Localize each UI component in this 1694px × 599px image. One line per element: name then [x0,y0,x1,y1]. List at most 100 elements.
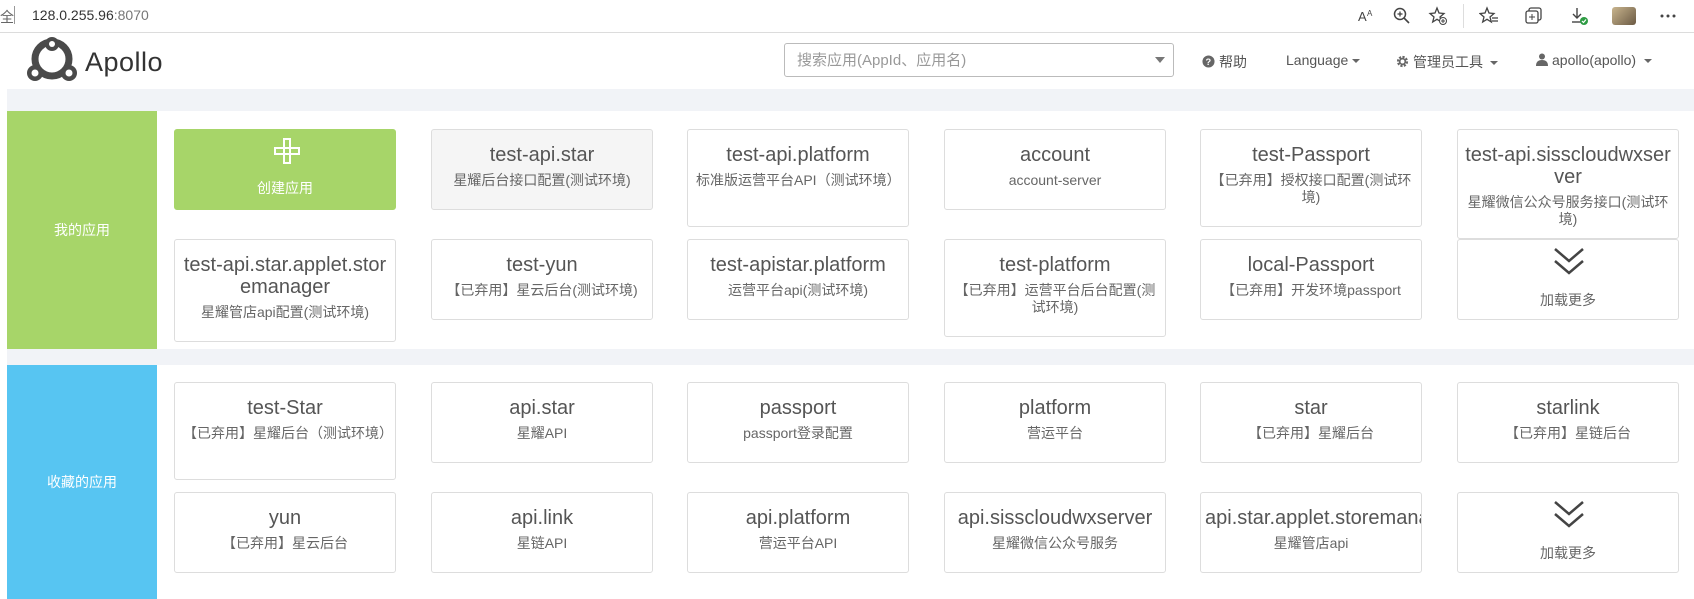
app-card[interactable]: passport passport登录配置 [687,382,909,463]
app-id: test-api.star [489,144,595,166]
app-name: 营运平台API [758,535,838,551]
address-bar-url[interactable]: 128.0.255.96:8070 [32,7,149,23]
svg-text:?: ? [1206,57,1212,67]
app-card[interactable]: star 【已弃用】星耀后台 [1200,382,1422,463]
app-card[interactable]: platform 营运平台 [944,382,1166,463]
language-dropdown[interactable]: Language [1286,52,1361,68]
collections-icon[interactable] [1524,6,1544,26]
load-more-label: 加载更多 [1540,545,1596,561]
app-id: test-apistar.platform [710,254,886,276]
svg-text:A: A [1367,9,1373,18]
app-name: 【已弃用】星云后台 [222,535,348,551]
app-id: test-api.platform [726,144,870,166]
app-id: api.platform [745,507,851,529]
app-card[interactable]: test-apistar.platform 运营平台api(测试环境) [687,239,909,320]
app-card[interactable]: api.sisscloudwxserver 星耀微信公众号服务 [944,492,1166,573]
app-name: 【已弃用】星云后台(测试环境) [446,282,638,298]
browser-toolbar: 全 128.0.255.96:8070 AA [0,0,1694,33]
app-id: api.star [509,397,575,419]
url-port: :8070 [113,7,149,23]
app-id: test-yun [506,254,578,276]
user-label: apollo(apollo) [1552,52,1637,68]
user-icon [1536,52,1548,68]
app-card[interactable]: api.star.applet.storemanager 星耀管店api [1200,492,1422,573]
apollo-logo-icon[interactable] [23,37,81,87]
app-card[interactable]: test-api.star 星耀后台接口配置(测试环境) [431,129,653,210]
address-separator [14,6,15,24]
site-info-glyph[interactable]: 全 [0,7,14,27]
app-id: platform [1018,397,1092,419]
app-card[interactable]: api.link 星链API [431,492,653,573]
app-card[interactable]: yun 【已弃用】星云后台 [174,492,396,573]
app-name: 【已弃用】星链后台 [1505,425,1631,441]
more-icon[interactable] [1658,6,1678,26]
app-id: yun [268,507,302,529]
app-id: star [1294,397,1328,419]
app-name: 【已弃用】授权接口配置(测试环境) [1210,172,1412,205]
app-name: 星耀API [516,425,568,441]
search-dropdown-caret-icon[interactable] [1155,57,1165,63]
app-card[interactable]: starlink 【已弃用】星链后台 [1457,382,1679,463]
favorites-icon[interactable] [1478,6,1499,26]
app-card[interactable]: test-api.platform 标准版运营平台API（测试环境） [687,129,909,227]
search-input[interactable] [795,51,1139,70]
load-more-button[interactable]: 加载更多 [1457,239,1679,320]
logo-text[interactable]: Apollo [85,47,163,78]
app-id: api.sisscloudwxserver [957,507,1153,529]
help-label: 帮助 [1219,54,1247,70]
app-name: passport登录配置 [743,425,853,441]
create-app-button[interactable]: 创建应用 [174,129,396,210]
app-card[interactable]: api.star 星耀API [431,382,653,463]
svg-text:A: A [1358,9,1367,24]
read-aloud-icon[interactable]: AA [1357,6,1377,26]
app-card[interactable]: test-Star 【已弃用】星耀后台（测试环境） [174,382,396,480]
favorite-apps-section: 收藏的应用 test-Star 【已弃用】星耀后台（测试环境） api.star… [7,365,1694,599]
question-circle-icon: ? [1202,54,1215,70]
zoom-icon[interactable] [1392,6,1412,26]
my-apps-title: 我的应用 [7,111,157,349]
app-card[interactable]: test-Passport 【已弃用】授权接口配置(测试环境) [1200,129,1422,227]
app-name: 星耀管店api配置(测试环境) [200,304,369,320]
app-name: 星耀微信公众号服务接口(测试环境) [1467,194,1669,227]
app-card[interactable]: account account-server [944,129,1166,210]
load-more-button[interactable]: 加载更多 [1457,492,1679,573]
my-apps-section: 我的应用 创建应用 test-api.star 星耀后台接口配置(测试环境) t… [7,111,1694,349]
downloads-icon[interactable] [1569,6,1589,26]
user-caret-icon [1644,59,1653,64]
add-favorite-icon[interactable] [1428,6,1448,26]
search-app-field[interactable] [784,43,1174,77]
app-name: 【已弃用】开发环境passport [1221,282,1401,298]
app-name: 星耀微信公众号服务 [992,535,1118,551]
app-name: 【已弃用】星耀后台（测试环境） [183,425,393,441]
favorite-apps-title: 收藏的应用 [7,365,157,599]
app-card[interactable]: test-api.star.applet.storemanager 星耀管店ap… [174,239,396,342]
user-dropdown[interactable]: apollo(apollo) [1536,52,1653,68]
admin-tools-label: 管理员工具 [1413,54,1483,70]
section-gap [7,89,1694,111]
language-label: Language [1286,52,1349,68]
help-link[interactable]: ? 帮助 [1202,52,1247,72]
double-chevron-down-icon [1554,501,1584,528]
app-card[interactable]: api.platform 营运平台API [687,492,909,573]
app-id: test-api.star.applet.storemanager [183,254,387,298]
app-name: 星耀管店api [1273,535,1349,551]
app-card[interactable]: test-api.sisscloudwxserver 星耀微信公众号服务接口(测… [1457,129,1679,239]
create-app-label: 创建应用 [257,180,313,196]
app-id: api.link [510,507,574,529]
double-chevron-down-icon [1554,248,1584,275]
app-card[interactable]: test-platform 【已弃用】运营平台后台配置(测试环境) [944,239,1166,337]
app-id: api.star.applet.storemanager [1205,507,1421,529]
app-name: account-server [1008,172,1102,188]
app-id: passport [759,397,837,419]
profile-icon[interactable] [1612,7,1636,25]
plus-icon [274,138,300,164]
section-gap [7,349,1694,365]
admin-tools-dropdown[interactable]: 管理员工具 [1396,52,1498,72]
app-card[interactable]: test-yun 【已弃用】星云后台(测试环境) [431,239,653,320]
app-name: 营运平台 [1027,425,1083,441]
app-id: test-api.sisscloudwxserver [1465,144,1671,188]
app-card[interactable]: local-Passport 【已弃用】开发环境passport [1200,239,1422,320]
app-id: local-Passport [1247,254,1375,276]
app-name: 【已弃用】运营平台后台配置(测试环境) [954,282,1156,315]
app-id: starlink [1536,397,1600,419]
